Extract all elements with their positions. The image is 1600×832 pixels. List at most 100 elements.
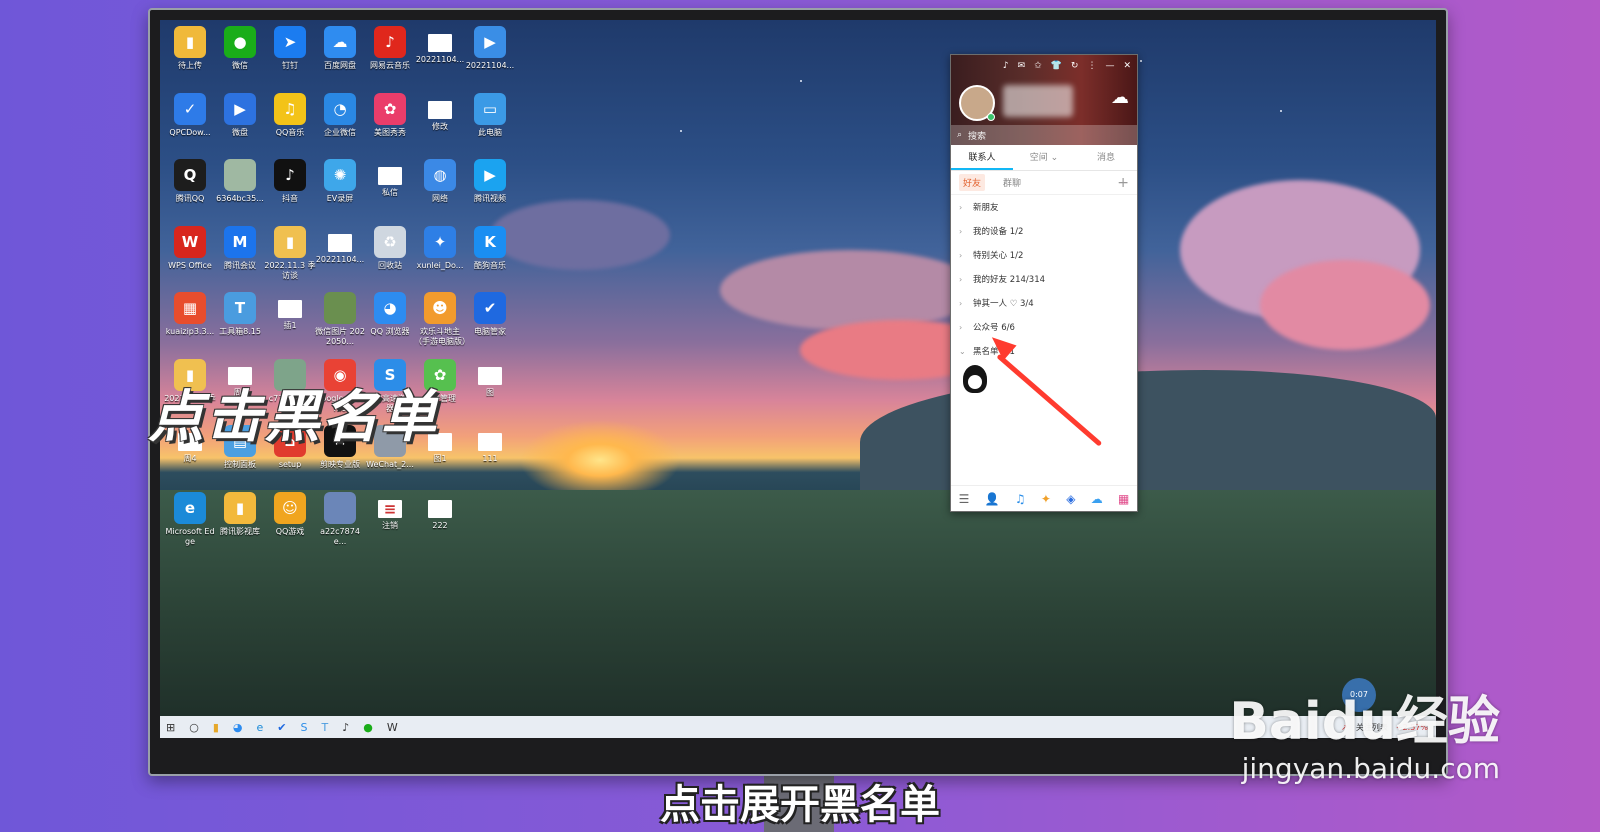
desktop-icon[interactable]: 111 bbox=[464, 425, 516, 464]
menu-icon[interactable]: ☰ bbox=[959, 492, 970, 506]
close-icon[interactable]: ✕ bbox=[1123, 59, 1131, 73]
search-icon[interactable]: ○ bbox=[189, 721, 199, 734]
netease-music-icon[interactable]: ♪ bbox=[342, 721, 349, 734]
desktop-icon[interactable]: ☁ 百度网盘 bbox=[314, 26, 366, 71]
desktop-icon[interactable]: ✔ 电脑管家 bbox=[464, 292, 516, 337]
game-icon[interactable]: ✦ bbox=[1041, 492, 1051, 506]
desktop-icon[interactable]: 20221104... bbox=[314, 226, 366, 265]
desktop-icon[interactable]: 图 bbox=[464, 359, 516, 398]
desktop-icon-label: EV录屏 bbox=[326, 194, 354, 203]
mail-icon[interactable]: ✉ bbox=[1018, 59, 1026, 73]
desktop-icon[interactable]: ◕ QQ 浏览器 bbox=[364, 292, 416, 337]
desktop-icon[interactable]: ≡ 注销 bbox=[364, 492, 416, 531]
toolbox-icon[interactable]: T bbox=[321, 721, 328, 734]
desktop-icon[interactable]: 微信图片 2022050... bbox=[314, 292, 366, 347]
cloud bbox=[1260, 260, 1430, 350]
sogou-icon[interactable]: S bbox=[301, 721, 308, 734]
desktop-icon[interactable]: ▮ 2022.11.3 季访谈 bbox=[264, 225, 316, 281]
bell-icon[interactable]: ♪ bbox=[1003, 59, 1009, 73]
folder-icon[interactable]: ▮ bbox=[213, 721, 219, 734]
music-icon[interactable]: ♫ bbox=[1015, 492, 1026, 506]
desktop-icon[interactable]: 修改 bbox=[414, 93, 466, 132]
group-new-friends[interactable]: › 新朋友 bbox=[951, 195, 1137, 219]
desktop-icon[interactable]: ♪ 网易云音乐 bbox=[364, 26, 416, 71]
app-icon: ≡ bbox=[378, 499, 402, 518]
chevron-right-icon: › bbox=[959, 226, 963, 236]
desktop-icon[interactable]: ● 微信 bbox=[214, 26, 266, 71]
app-icon: ♫ bbox=[274, 92, 306, 125]
minimize-icon[interactable]: — bbox=[1105, 59, 1114, 73]
tab-messages[interactable]: 消息 bbox=[1075, 145, 1137, 170]
app-icon: M bbox=[224, 225, 256, 258]
wechat-icon[interactable]: ● bbox=[363, 721, 373, 734]
online-status-icon[interactable] bbox=[987, 113, 995, 121]
desktop-icon[interactable]: ◍ 网络 bbox=[414, 159, 466, 204]
pc-manager-icon[interactable]: ✔ bbox=[277, 721, 286, 734]
desktop-icon-label: xunlei_Do... bbox=[416, 260, 464, 270]
add-contact-icon[interactable]: 👤 bbox=[985, 492, 1000, 506]
desktop-icon[interactable]: ✓ QPCDow... bbox=[164, 92, 216, 138]
desktop-icon[interactable]: ☺ QQ游戏 bbox=[264, 491, 316, 537]
star-icon[interactable]: ✩ bbox=[1034, 59, 1042, 73]
weather-icon[interactable]: ☁ bbox=[1111, 87, 1129, 108]
desktop-icon[interactable]: M 腾讯会议 bbox=[214, 225, 266, 271]
desktop-icon[interactable]: 插1 bbox=[264, 292, 316, 331]
tab-qzone[interactable]: 空间 ⌄ bbox=[1013, 145, 1075, 170]
wps-icon[interactable]: W bbox=[387, 721, 398, 734]
more-icon[interactable]: ⋮ bbox=[1087, 59, 1096, 73]
desktop-icon[interactable]: K 酷狗音乐 bbox=[464, 225, 516, 271]
app-icon: ▮ bbox=[224, 491, 256, 524]
search-bar[interactable]: ⌕ 搜索 bbox=[951, 125, 1137, 145]
group-official-accounts[interactable]: › 公众号 6/6 bbox=[951, 315, 1137, 339]
desktop-icon[interactable]: ▮ 待上传 bbox=[164, 26, 216, 71]
desktop-icon[interactable]: a22c7874e... bbox=[314, 491, 366, 547]
app-icon: ♻ bbox=[374, 225, 406, 258]
desktop-icon[interactable]: 222 bbox=[414, 492, 466, 531]
refresh-icon[interactable]: ↻ bbox=[1071, 59, 1079, 73]
group-special-care[interactable]: › 特别关心 1/2 bbox=[951, 243, 1137, 267]
desktop-icon[interactable]: ◔ 企业微信 bbox=[314, 92, 366, 138]
shirt-icon[interactable]: 👕 bbox=[1051, 59, 1062, 73]
subtab-groups[interactable]: 群聊 bbox=[999, 174, 1025, 191]
cloud-icon[interactable]: ☁ bbox=[1091, 492, 1103, 506]
group-my-friends[interactable]: › 我的好友 214/314 bbox=[951, 267, 1137, 291]
desktop-icon[interactable]: ➤ 钉钉 bbox=[264, 26, 316, 71]
desktop-icon[interactable]: ♻ 回收站 bbox=[364, 225, 416, 271]
subtab-friends[interactable]: 好友 bbox=[959, 174, 986, 191]
desktop-icon[interactable]: W WPS Office bbox=[164, 225, 216, 271]
edge-icon[interactable]: e bbox=[257, 721, 264, 734]
qq-topbar: ♪ ✉ ✩ 👕 ↻ ⋮ — ✕ bbox=[951, 59, 1137, 73]
app-icon: ◔ bbox=[324, 92, 356, 125]
apps-icon[interactable]: ▦ bbox=[1118, 492, 1129, 506]
desktop-icon[interactable]: Q 腾讯QQ bbox=[164, 159, 216, 204]
desktop-icon[interactable]: T 工具箱8.15 bbox=[214, 292, 266, 337]
gamepad-icon[interactable]: ◈ bbox=[1066, 492, 1075, 506]
desktop-icon[interactable]: ▶ 腾讯视频 bbox=[464, 159, 516, 204]
qq-main-window[interactable]: ♪ ✉ ✩ 👕 ↻ ⋮ — ✕ ☁ ⌕ 搜索 联系人 空间 ⌄ 消息 好友 群聊… bbox=[950, 54, 1138, 512]
desktop-icon[interactable]: ▶ 微盘 bbox=[214, 92, 266, 138]
group-blacklist[interactable]: ⌄ 黑名单 0/1 bbox=[951, 339, 1137, 363]
desktop-icon-label: 网易云音乐 bbox=[370, 61, 410, 70]
add-icon[interactable]: + bbox=[1117, 175, 1129, 191]
windows-start-icon[interactable]: ⊞ bbox=[166, 721, 175, 734]
qq-browser-icon[interactable]: ◕ bbox=[233, 721, 243, 734]
desktop-icon[interactable]: ✺ EV录屏 bbox=[314, 159, 366, 204]
blacklist-contact-avatar[interactable] bbox=[963, 365, 987, 393]
desktop-icon[interactable]: ▭ 此电脑 bbox=[464, 92, 516, 138]
tab-contacts[interactable]: 联系人 bbox=[951, 145, 1013, 170]
desktop-icon[interactable]: ☻ 欢乐斗地主（手游电脑版） bbox=[414, 292, 470, 347]
group-custom[interactable]: › 钟其一人 ♡ 3/4 bbox=[951, 291, 1137, 315]
desktop-icon[interactable]: ♫ QQ音乐 bbox=[264, 92, 316, 138]
group-my-devices[interactable]: › 我的设备 1/2 bbox=[951, 219, 1137, 243]
desktop-icon-label: 腾讯会议 bbox=[224, 260, 256, 270]
desktop-icon[interactable]: ✿ 美图秀秀 bbox=[364, 92, 416, 138]
desktop-icon[interactable]: 20221104... bbox=[414, 26, 466, 65]
desktop-icon[interactable]: 6364bc35... bbox=[214, 159, 266, 204]
desktop-icon[interactable]: e Microsoft Edge bbox=[164, 491, 216, 547]
desktop-icon[interactable]: ✦ xunlei_Do... bbox=[414, 225, 466, 271]
desktop-icon[interactable]: 私信 bbox=[364, 159, 416, 198]
desktop-icon[interactable]: ▶ 20221104... bbox=[464, 26, 516, 71]
desktop-icon[interactable]: ▮ 腾讯影视库 bbox=[214, 491, 266, 537]
desktop-icon[interactable]: ▦ kuaizip3.3... bbox=[164, 292, 216, 337]
desktop-icon[interactable]: ♪ 抖音 bbox=[264, 159, 316, 204]
